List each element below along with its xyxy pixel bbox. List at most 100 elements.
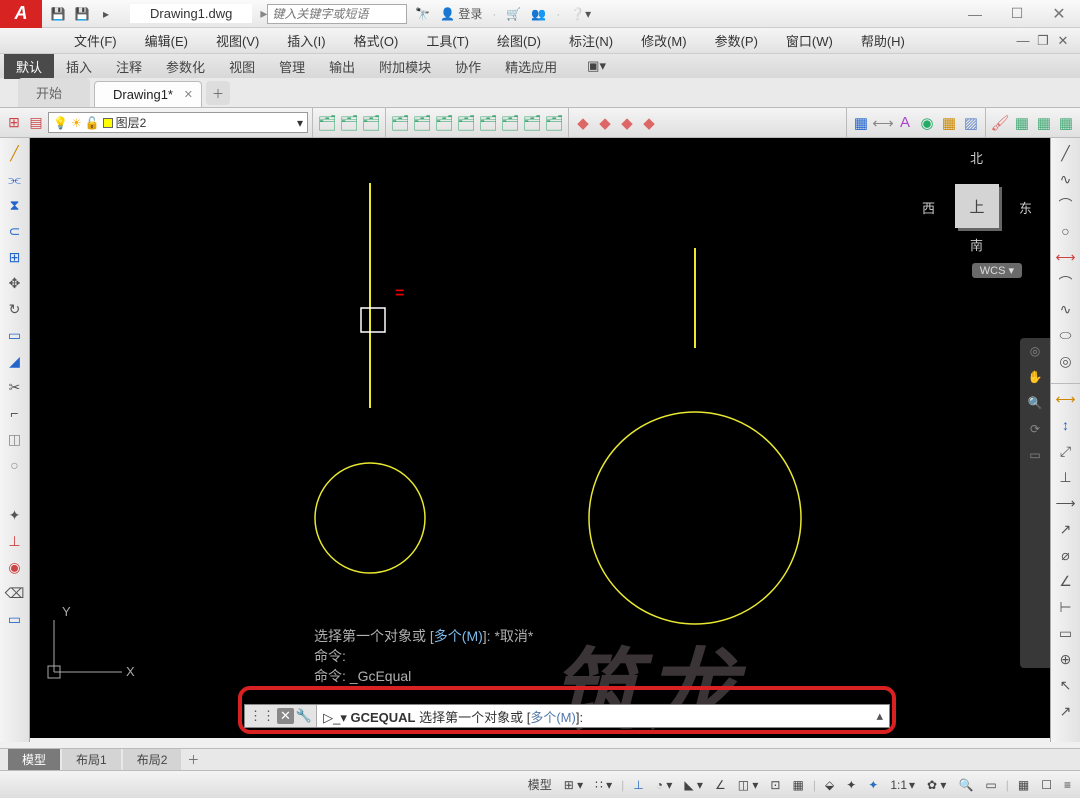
dim-icon[interactable]: ⟷: [873, 113, 893, 133]
ribbon-tab-view[interactable]: 视图: [217, 54, 267, 79]
array-tool-icon[interactable]: ⊞: [4, 246, 26, 268]
viewcube-top[interactable]: 上: [955, 184, 999, 228]
sb-trans-icon[interactable]: ▦: [789, 778, 806, 792]
constraint-tool-icon[interactable]: ⊥: [4, 530, 26, 552]
orbit-icon[interactable]: ⟳: [1030, 422, 1040, 436]
share-icon[interactable]: 👥: [531, 7, 546, 21]
ribbon-tab-output[interactable]: 输出: [317, 54, 367, 79]
paint-icon[interactable]: 🖌: [990, 113, 1010, 133]
sb-zoom-in-icon[interactable]: 🔍: [955, 778, 976, 792]
new-doc-button[interactable]: ＋: [206, 81, 230, 105]
pline-icon[interactable]: ∿: [1055, 168, 1077, 190]
sb-select-icon[interactable]: ⬙: [822, 778, 837, 792]
sb-ui-icon[interactable]: ▭: [982, 778, 999, 792]
viewcube-west[interactable]: 西: [922, 198, 935, 217]
cart-icon[interactable]: 🛒: [506, 7, 521, 21]
sb-custom-icon[interactable]: ≡: [1061, 778, 1074, 792]
menu-view[interactable]: 视图(V): [202, 31, 273, 50]
ribbon-tab-manage[interactable]: 管理: [267, 54, 317, 79]
fix-tool-icon[interactable]: ◉: [4, 556, 26, 578]
center-icon[interactable]: ⊕: [1055, 648, 1077, 670]
tab-layout1[interactable]: 布局1: [62, 749, 121, 770]
qleader-icon[interactable]: ↗: [1055, 700, 1077, 722]
leader-icon[interactable]: ↖: [1055, 674, 1077, 696]
close-button[interactable]: ✕: [1038, 0, 1080, 28]
move-tool-icon[interactable]: ✥: [4, 272, 26, 294]
menu-file[interactable]: 文件(F): [60, 31, 131, 50]
sb-osnap-icon[interactable]: ∠: [712, 778, 729, 792]
sb-lw-icon[interactable]: ⊡: [767, 778, 783, 792]
sb-qs-icon[interactable]: ✦: [865, 778, 881, 792]
prop-btn-4[interactable]: ▦: [1056, 113, 1076, 133]
layer-dropdown[interactable]: 💡 ☀ 🔓 图层2 ▾: [48, 112, 308, 133]
sb-iso-icon[interactable]: ◣ ▾: [681, 778, 706, 792]
menu-insert[interactable]: 插入(I): [273, 31, 339, 50]
ord-dim-icon[interactable]: ⊢: [1055, 596, 1077, 618]
layer-tool-2[interactable]: ◆: [595, 113, 615, 133]
viewcube-north[interactable]: 北: [970, 148, 983, 167]
app-logo[interactable]: A: [0, 0, 42, 28]
nav-bar[interactable]: ◎ ✋ 🔍 ⟳ ▭: [1020, 338, 1050, 668]
layer-btn-f[interactable]: 🗂: [500, 113, 520, 133]
help-icon[interactable]: ❔▾: [570, 7, 591, 21]
ribbon-tab-insert[interactable]: 插入: [54, 54, 104, 79]
layer-btn-g[interactable]: 🗂: [522, 113, 542, 133]
mirror-tool-icon[interactable]: ⧗: [4, 194, 26, 216]
layer-btn-c[interactable]: 🗂: [434, 113, 454, 133]
cmd-close-icon[interactable]: ✕: [277, 708, 294, 724]
minimize-button[interactable]: —: [954, 0, 996, 28]
add-layout-button[interactable]: ＋: [183, 751, 203, 768]
saveas-icon[interactable]: 💾: [72, 4, 92, 24]
layer-match-icon[interactable]: 🗂: [339, 113, 359, 133]
child-min-icon[interactable]: —: [1014, 33, 1032, 49]
layer-btn-e[interactable]: 🗂: [478, 113, 498, 133]
baseline-icon[interactable]: ⊥: [1055, 466, 1077, 488]
prop-btn-2[interactable]: ▦: [1012, 113, 1032, 133]
polyline-tool-icon[interactable]: ⫘: [4, 168, 26, 190]
layer-iso-icon[interactable]: 🗂: [361, 113, 381, 133]
ribbon-tab-addons[interactable]: 附加模块: [367, 54, 443, 79]
zoom-icon[interactable]: 🔍: [1028, 396, 1043, 410]
offset-tool-icon[interactable]: ◫: [4, 428, 26, 450]
ribbon-overflow-icon[interactable]: ▣▾: [575, 55, 618, 77]
sb-snap-icon[interactable]: ∷ ▾: [592, 778, 615, 792]
trim-tool-icon[interactable]: ✂: [4, 376, 26, 398]
showmotion-icon[interactable]: ▭: [1029, 448, 1040, 462]
layer-state-icon[interactable]: ▤: [26, 113, 46, 133]
search-input[interactable]: [267, 4, 407, 24]
erase-tool-icon[interactable]: ⌫: [4, 582, 26, 604]
diameter-icon[interactable]: ⌀: [1055, 544, 1077, 566]
hatch-icon[interactable]: ▨: [961, 113, 981, 133]
arc2-icon[interactable]: ⌒: [1055, 272, 1077, 294]
ellipse-icon[interactable]: ⬭: [1055, 324, 1077, 346]
menu-tools[interactable]: 工具(T): [412, 31, 483, 50]
sb-cloud-icon[interactable]: ▦: [1015, 778, 1032, 792]
ribbon-tab-default[interactable]: 默认: [4, 54, 54, 79]
sb-model[interactable]: 模型: [525, 776, 555, 793]
viewcube-east[interactable]: 东: [1019, 198, 1032, 217]
text-icon[interactable]: A: [895, 113, 915, 133]
ribbon-tab-collab[interactable]: 协作: [443, 54, 493, 79]
ribbon-tab-param[interactable]: 参数化: [154, 54, 217, 79]
line-tool-icon[interactable]: ╱: [4, 142, 26, 164]
spline-icon[interactable]: ∿: [1055, 298, 1077, 320]
arc-tool-icon[interactable]: ⊂: [4, 220, 26, 242]
cmd-expand-icon[interactable]: ▴: [876, 708, 889, 724]
layer-btn-h[interactable]: 🗂: [544, 113, 564, 133]
menu-dim[interactable]: 标注(N): [555, 31, 627, 50]
tab-model[interactable]: 模型: [8, 749, 60, 770]
sb-polar-icon[interactable]: ◔ ▾: [653, 778, 676, 792]
ribbon-tab-featured[interactable]: 精选应用: [493, 54, 569, 79]
login-button[interactable]: 👤 登录: [440, 5, 482, 22]
layer-props-icon[interactable]: ⊞: [4, 113, 24, 133]
maximize-button[interactable]: ☐: [996, 0, 1038, 28]
wcs-label[interactable]: WCS ▾: [972, 263, 1022, 278]
menu-format[interactable]: 格式(O): [340, 31, 413, 50]
reference-tool-icon[interactable]: ▭: [4, 608, 26, 630]
match-props-icon[interactable]: ▦: [851, 113, 871, 133]
doc-tab-active[interactable]: Drawing1*✕: [94, 81, 202, 107]
layer-tool-1[interactable]: ◆: [573, 113, 593, 133]
align-dim-icon[interactable]: ⤢: [1055, 440, 1077, 462]
arc-icon[interactable]: ⌒: [1055, 194, 1077, 216]
drawing-canvas[interactable]: = 北 西 东 南 上 WCS ▾ ◎ ✋ 🔍 ⟳ ▭ YX 筑龙 选择第一个对…: [30, 138, 1050, 738]
